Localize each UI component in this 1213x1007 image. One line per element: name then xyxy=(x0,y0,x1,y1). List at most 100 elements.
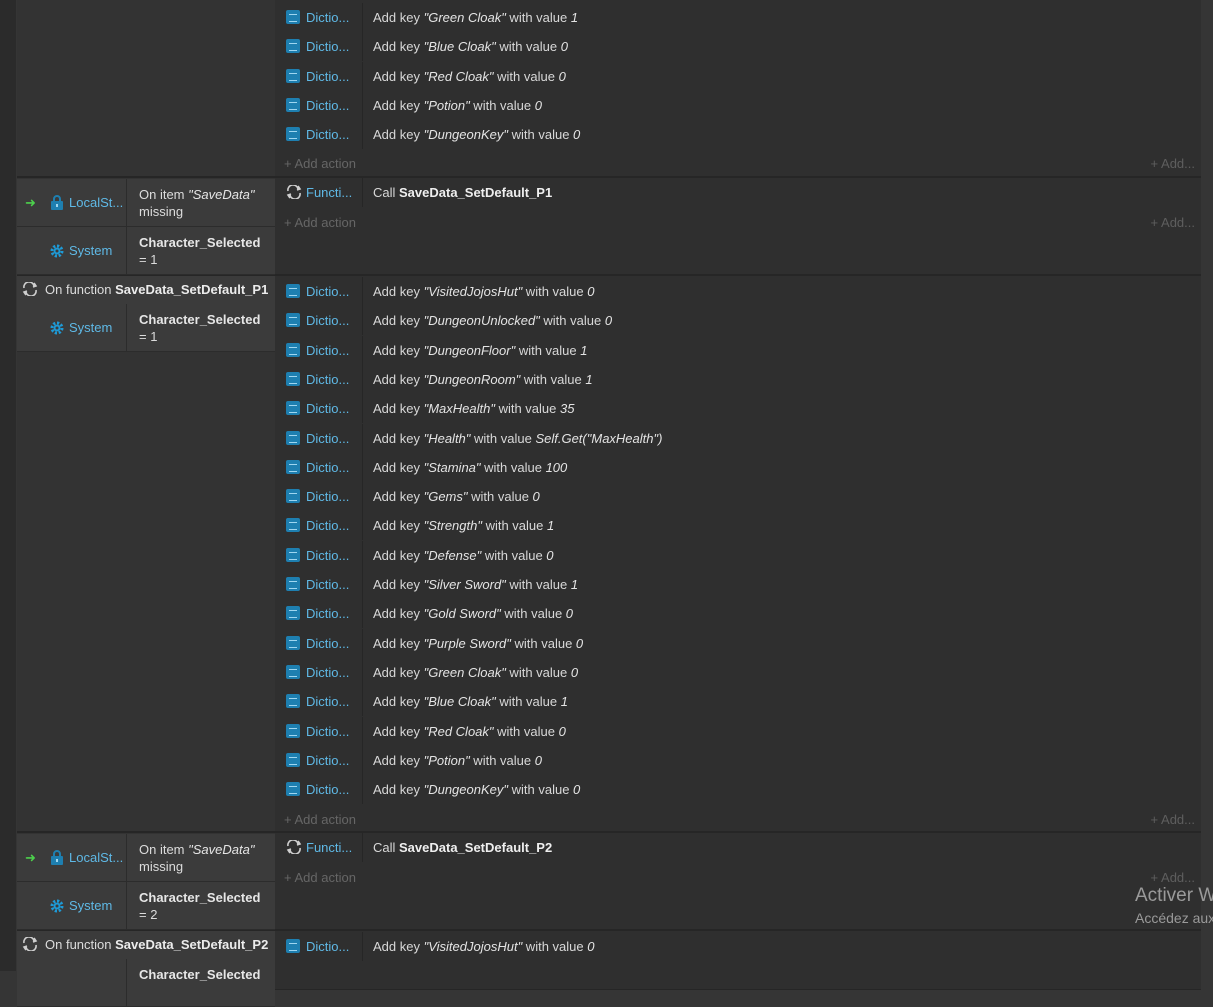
function-header[interactable]: On function SaveData_SetDefault_P2 xyxy=(17,931,275,959)
action-text[interactable]: Add key "Stamina" with value 100 xyxy=(373,460,567,475)
action-row[interactable]: Dictio... Add key "Blue Cloak" with value… xyxy=(275,32,1201,62)
action-object[interactable]: Dictio... xyxy=(275,687,363,717)
action-object[interactable]: Dictio... xyxy=(275,120,363,150)
action-text[interactable]: Add key "Silver Sword" with value 1 xyxy=(373,577,578,592)
action-object[interactable]: Dictio... xyxy=(275,423,363,453)
action-row[interactable]: Dictio... Add key "Green Cloak" with valu… xyxy=(275,3,1201,32)
event-block-localstorage-p2[interactable]: ➜ LocalSt... On item "SaveData" missing … xyxy=(17,832,1201,930)
action-row[interactable]: Dictio... Add key "DungeonFloor" with val… xyxy=(275,335,1201,365)
action-object[interactable]: Dictio... xyxy=(275,277,363,306)
action-object[interactable]: Dictio... xyxy=(275,32,363,62)
condition-text[interactable]: Character_Selected = 1 xyxy=(139,311,271,345)
condition-row[interactable]: ➜ LocalSt... On item "SaveData" missing xyxy=(17,834,275,882)
action-row[interactable]: Dictio... Add key "Green Cloak" with valu… xyxy=(275,657,1201,687)
action-text[interactable]: Add key "Green Cloak" with value 0 xyxy=(373,665,578,680)
event-block-prev[interactable]: Dictio... Add key "Green Cloak" with valu… xyxy=(17,0,1201,177)
action-object[interactable]: Functi... xyxy=(275,833,363,862)
action-text[interactable]: Add key "Blue Cloak" with value 1 xyxy=(373,694,568,709)
add-action-button[interactable]: + Add action xyxy=(284,215,356,230)
add-action-button[interactable]: + Add action xyxy=(284,812,356,827)
action-row[interactable]: Dictio... Add key "DungeonKey" with value… xyxy=(275,120,1201,150)
function-block-p2[interactable]: On function SaveData_SetDefault_P2 Chara… xyxy=(17,930,1201,1007)
condition-text[interactable]: On item "SaveData" missing xyxy=(139,841,271,875)
action-row[interactable]: Dictio... Add key "Potion" with value 0 xyxy=(275,745,1201,775)
action-row[interactable]: Dictio... Add key "DungeonUnlocked" with … xyxy=(275,306,1201,336)
action-text[interactable]: Add key "VisitedJojosHut" with value 0 xyxy=(373,284,594,299)
action-row[interactable]: Dictio... Add key "Silver Sword" with val… xyxy=(275,570,1201,599)
action-text[interactable]: Call SaveData_SetDefault_P2 xyxy=(373,840,552,855)
action-row[interactable]: Dictio... Add key "Potion" with value 0 xyxy=(275,90,1201,120)
action-row[interactable]: Dictio... Add key "Red Cloak" with value … xyxy=(275,61,1201,91)
condition-object[interactable]: System xyxy=(17,227,127,274)
action-object[interactable]: Dictio... xyxy=(275,482,363,512)
action-text[interactable]: Add key "Defense" with value 0 xyxy=(373,548,554,563)
action-row[interactable]: Dictio... Add key "MaxHealth" with value … xyxy=(275,394,1201,424)
action-object[interactable]: Dictio... xyxy=(275,932,363,961)
action-object[interactable]: Dictio... xyxy=(275,628,363,658)
action-object[interactable]: Functi... xyxy=(275,178,363,207)
action-object[interactable]: Dictio... xyxy=(275,452,363,482)
function-header[interactable]: On function SaveData_SetDefault_P1 xyxy=(17,276,275,304)
action-object[interactable]: Dictio... xyxy=(275,599,363,629)
condition-row[interactable]: System Character_Selected = 2 xyxy=(17,882,275,930)
action-text[interactable]: Add key "Potion" with value 0 xyxy=(373,753,542,768)
event-block-localstorage-p1[interactable]: ➜ LocalSt... On item "SaveData" missing … xyxy=(17,177,1201,275)
action-text[interactable]: Call SaveData_SetDefault_P1 xyxy=(373,185,552,200)
condition-row[interactable]: ➜ LocalSt... On item "SaveData" missing xyxy=(17,179,275,227)
condition-row[interactable]: System Character_Selected = 1 xyxy=(17,227,275,275)
action-text[interactable]: Add key "DungeonRoom" with value 1 xyxy=(373,372,593,387)
action-object[interactable]: Dictio... xyxy=(275,657,363,687)
action-text[interactable]: Add key "Blue Cloak" with value 0 xyxy=(373,39,568,54)
condition-object[interactable]: System xyxy=(17,882,127,929)
action-object[interactable]: Dictio... xyxy=(275,90,363,120)
action-text[interactable]: Add key "DungeonFloor" with value 1 xyxy=(373,343,588,358)
action-text[interactable]: Add key "Potion" with value 0 xyxy=(373,98,542,113)
action-text[interactable]: Add key "DungeonKey" with value 0 xyxy=(373,127,580,142)
action-row[interactable]: Dictio... Add key "Strength" with value 1 xyxy=(275,511,1201,541)
action-row[interactable]: Dictio... Add key "VisitedJojosHut" with … xyxy=(275,932,1201,961)
action-text[interactable]: Add key "Purple Sword" with value 0 xyxy=(373,636,583,651)
action-text[interactable]: Add key "Gems" with value 0 xyxy=(373,489,540,504)
condition-row[interactable]: System Character_Selected = 1 xyxy=(17,304,275,352)
add-action-button[interactable]: + Add action xyxy=(284,870,356,885)
action-text[interactable]: Add key "DungeonUnlocked" with value 0 xyxy=(373,313,612,328)
action-text[interactable]: Add key "VisitedJojosHut" with value 0 xyxy=(373,939,594,954)
action-object[interactable]: Dictio... xyxy=(275,394,363,424)
action-row[interactable]: Dictio... Add key "Gems" with value 0 xyxy=(275,482,1201,512)
add-more-button[interactable]: + Add... xyxy=(1151,812,1195,827)
condition-text[interactable]: Character_Selected = 2 xyxy=(139,889,271,923)
action-text[interactable]: Add key "MaxHealth" with value 35 xyxy=(373,401,574,416)
action-object[interactable]: Dictio... xyxy=(275,716,363,746)
action-row[interactable]: Dictio... Add key "VisitedJojosHut" with … xyxy=(275,277,1201,306)
action-row[interactable]: Dictio... Add key "Red Cloak" with value … xyxy=(275,716,1201,746)
condition-object[interactable]: ➜ LocalSt... xyxy=(17,179,127,226)
action-text[interactable]: Add key "Red Cloak" with value 0 xyxy=(373,724,566,739)
action-text[interactable]: Add key "Green Cloak" with value 1 xyxy=(373,10,578,25)
condition-object[interactable]: System xyxy=(17,304,127,351)
condition-row[interactable]: Character_Selected xyxy=(17,959,275,1007)
action-object[interactable]: Dictio... xyxy=(275,335,363,365)
action-text[interactable]: Add key "Strength" with value 1 xyxy=(373,518,554,533)
action-text[interactable]: Add key "DungeonKey" with value 0 xyxy=(373,782,580,797)
action-row[interactable]: Dictio... Add key "DungeonRoom" with valu… xyxy=(275,364,1201,394)
action-row[interactable]: Dictio... Add key "DungeonKey" with value… xyxy=(275,775,1201,805)
action-text[interactable]: Add key "Health" with value Self.Get("Ma… xyxy=(373,431,662,446)
condition-text[interactable]: Character_Selected xyxy=(139,966,271,983)
action-object[interactable]: Dictio... xyxy=(275,540,363,570)
action-object[interactable]: Dictio... xyxy=(275,306,363,336)
action-text[interactable]: Add key "Gold Sword" with value 0 xyxy=(373,606,573,621)
action-row[interactable]: Functi... Call SaveData_SetDefault_P2 xyxy=(275,833,1201,862)
add-more-button[interactable]: + Add... xyxy=(1151,215,1195,230)
action-row[interactable]: Dictio... Add key "Defense" with value 0 xyxy=(275,540,1201,570)
action-row[interactable]: Dictio... Add key "Gold Sword" with value… xyxy=(275,599,1201,629)
action-object[interactable]: Dictio... xyxy=(275,570,363,599)
function-block-p1[interactable]: On function SaveData_SetDefault_P1 Syste… xyxy=(17,275,1201,832)
action-object[interactable]: Dictio... xyxy=(275,511,363,541)
action-row[interactable]: Functi... Call SaveData_SetDefault_P1 xyxy=(275,178,1201,207)
action-row[interactable]: Dictio... Add key "Blue Cloak" with value… xyxy=(275,687,1201,717)
action-object[interactable]: Dictio... xyxy=(275,364,363,394)
action-object[interactable]: Dictio... xyxy=(275,3,363,32)
add-action-button[interactable]: + Add action xyxy=(284,156,356,171)
condition-text[interactable]: Character_Selected = 1 xyxy=(139,234,271,268)
action-object[interactable]: Dictio... xyxy=(275,775,363,805)
